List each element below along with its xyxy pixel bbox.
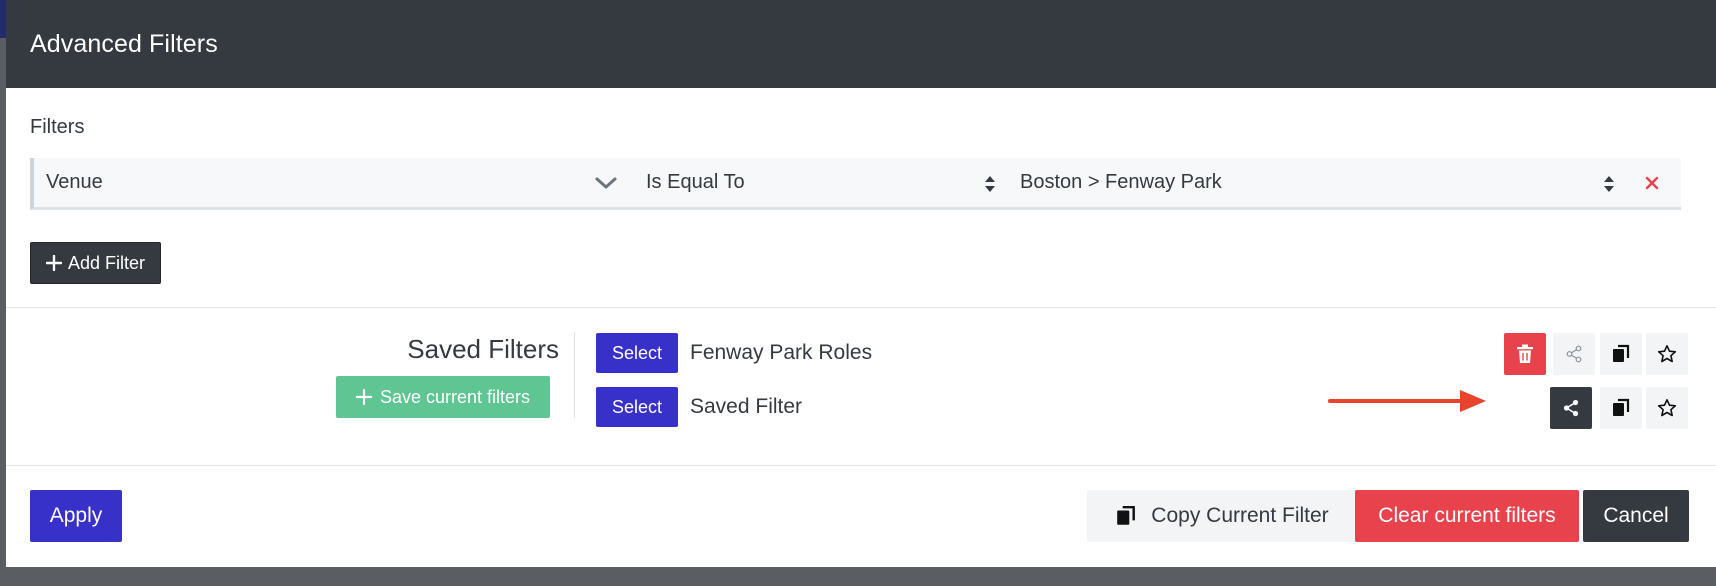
filter-field-select[interactable]: Venue	[34, 158, 636, 207]
saved-filter-name: Fenway Park Roles	[690, 341, 873, 364]
chevron-down-icon	[595, 177, 617, 189]
saved-filter-row: Select Saved Filter	[596, 387, 1696, 429]
star-icon	[1657, 399, 1677, 417]
add-filter-label: Add Filter	[67, 252, 146, 273]
save-current-filters-label: Save current filters	[379, 386, 531, 407]
copy-icon	[1117, 505, 1136, 525]
section-divider	[574, 332, 575, 418]
saved-filters-title: Saved Filters	[407, 334, 559, 364]
cancel-button[interactable]: Cancel	[1583, 490, 1689, 542]
favorite-saved-filter-button[interactable]	[1646, 333, 1688, 375]
filter-row: Venue Is Equal To Boston > Fenway Park	[30, 158, 1681, 210]
filter-operator-value: Is Equal To	[646, 171, 745, 193]
filters-label: Filters	[30, 116, 85, 138]
copy-icon	[1613, 398, 1630, 416]
close-icon	[1645, 176, 1659, 189]
select-saved-filter-button[interactable]: Select	[596, 387, 678, 427]
modal-footer: Apply Copy Current Filter Clear current …	[6, 466, 1716, 567]
delete-saved-filter-button[interactable]	[1504, 333, 1546, 375]
copy-saved-filter-button[interactable]	[1600, 333, 1642, 375]
apply-button[interactable]: Apply	[30, 490, 122, 542]
save-current-filters-button[interactable]: Save current filters	[336, 376, 550, 418]
sort-updown-icon	[1604, 176, 1614, 192]
filter-operator-select[interactable]: Is Equal To	[636, 158, 1010, 207]
saved-filter-name: Saved Filter	[690, 395, 803, 418]
plus-icon	[355, 389, 372, 405]
share-icon	[1563, 399, 1579, 417]
share-icon	[1566, 345, 1582, 363]
copy-icon	[1613, 344, 1630, 362]
filters-section: Filters Venue Is Equal To Boston > Fenwa…	[6, 88, 1716, 308]
plus-icon	[45, 255, 62, 271]
modal-title: Advanced Filters	[30, 29, 218, 58]
trash-icon	[1517, 344, 1533, 363]
modal-header: Advanced Filters	[6, 0, 1716, 88]
filter-value-text: Boston > Fenway Park	[1020, 171, 1222, 193]
favorite-saved-filter-button[interactable]	[1646, 387, 1688, 429]
filter-value-select[interactable]: Boston > Fenway Park	[1010, 158, 1629, 207]
add-filter-button[interactable]: Add Filter	[30, 242, 161, 284]
copy-saved-filter-button[interactable]	[1600, 387, 1642, 429]
copy-current-filter-button[interactable]: Copy Current Filter	[1087, 490, 1357, 542]
star-icon	[1657, 345, 1677, 363]
share-saved-filter-button[interactable]	[1553, 333, 1595, 375]
advanced-filters-modal: Advanced Filters Filters Venue Is Equal …	[6, 0, 1716, 567]
share-saved-filter-button[interactable]	[1550, 387, 1592, 429]
filter-field-value: Venue	[46, 171, 103, 193]
saved-filter-row: Select Fenway Park Roles	[596, 333, 1696, 375]
copy-current-filter-label: Copy Current Filter	[1151, 504, 1329, 527]
arrow-right-icon	[1328, 390, 1486, 412]
sort-updown-icon	[985, 176, 995, 192]
remove-filter-button[interactable]	[1629, 158, 1675, 207]
select-saved-filter-button[interactable]: Select	[596, 333, 678, 373]
clear-current-filters-button[interactable]: Clear current filters	[1355, 490, 1579, 542]
